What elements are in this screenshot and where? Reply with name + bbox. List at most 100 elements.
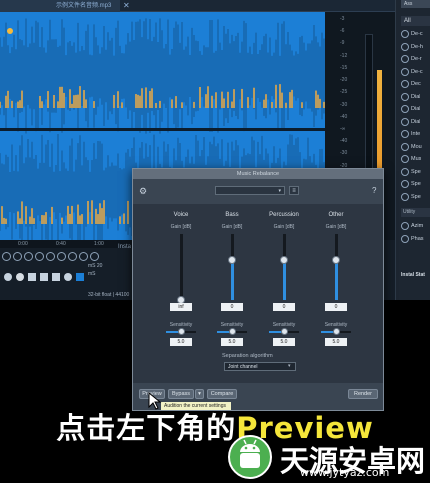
module-item[interactable]: Spe [401, 191, 430, 203]
module-icon [401, 30, 409, 38]
dialog-title[interactable]: Music Rebalance [133, 169, 383, 179]
module-icon [401, 117, 409, 126]
module-icon [401, 55, 409, 63]
assistant-button[interactable]: Ass [401, 0, 430, 8]
sensitivity-slider-knob[interactable] [333, 328, 340, 335]
stop-button[interactable] [28, 273, 36, 281]
zoom-fit-icon[interactable] [35, 251, 44, 261]
render-button[interactable]: Render [348, 389, 378, 399]
skip-forward-button[interactable] [52, 273, 60, 281]
column-name: Percussion [269, 212, 299, 218]
channel-divider [0, 128, 325, 131]
lasso-icon[interactable] [57, 251, 66, 261]
module-item[interactable]: Dial [401, 116, 430, 128]
sensitivity-value-field[interactable]: 5.0 [273, 338, 295, 346]
module-item[interactable]: Phas [401, 233, 430, 245]
ruler-label: -15 [340, 64, 348, 71]
gain-value-field[interactable]: inf [170, 303, 192, 311]
module-item[interactable]: Dial [401, 91, 430, 103]
module-item[interactable]: Spe [401, 178, 430, 190]
module-item[interactable]: Azim [401, 220, 430, 232]
record-button[interactable] [16, 273, 24, 281]
headphones-icon[interactable] [4, 273, 12, 281]
ruler-label: -30 [340, 101, 348, 108]
sensitivity-slider-knob[interactable] [229, 328, 236, 335]
gain-value-field[interactable]: 0 [221, 303, 243, 311]
module-label: Inte [411, 131, 421, 137]
gain-slider-fill [335, 260, 338, 300]
ruler-label: -12 [340, 52, 348, 59]
module-icon [401, 80, 409, 88]
gain-value-field[interactable]: 0 [273, 303, 295, 311]
module-item[interactable]: Spe [401, 166, 430, 178]
help-icon[interactable]: ? [372, 186, 380, 196]
chevron-down-icon: ▾ [288, 363, 291, 369]
sensitivity-slider-knob[interactable] [178, 328, 185, 335]
zoom-out-icon[interactable] [13, 251, 22, 261]
module-item[interactable]: Mou [401, 141, 430, 153]
sensitivity-value-field[interactable]: 5.0 [325, 338, 347, 346]
sensitivity-value-field[interactable]: 5.0 [221, 338, 243, 346]
bypass-button[interactable]: Bypass [168, 389, 194, 399]
module-filter-select[interactable]: All [401, 16, 430, 26]
module-item[interactable]: Dial [401, 103, 430, 115]
instant-states-label: Instal Stat [401, 272, 425, 278]
tool-bar [0, 250, 140, 262]
sensitivity-value-field[interactable]: 5.0 [170, 338, 192, 346]
preset-menu-icon[interactable]: ≡ [289, 186, 299, 195]
module-label: De-r [411, 56, 422, 62]
bypass-dropdown[interactable]: ▾ [195, 389, 204, 399]
module-label: Dial [411, 106, 421, 112]
module-item[interactable]: De-h [401, 41, 430, 53]
sensitivity-slider-knob[interactable] [281, 328, 288, 335]
separation-select[interactable]: Joint channel [224, 362, 296, 371]
zoom-selection-icon[interactable] [24, 251, 33, 261]
module-label: Dial [411, 118, 421, 125]
module-item[interactable]: Dec [401, 78, 430, 90]
preset-select[interactable]: ▾ [215, 186, 285, 195]
module-label: De-c [411, 68, 423, 75]
gain-label: Gain [dB] [221, 224, 243, 230]
gain-slider-track[interactable] [180, 234, 183, 300]
playhead-marker[interactable] [7, 28, 13, 34]
column-name: Other [328, 212, 344, 218]
hand-icon[interactable] [90, 251, 99, 261]
time-select-icon[interactable] [46, 251, 55, 261]
loop-button[interactable] [64, 273, 72, 281]
brush-icon[interactable] [68, 251, 77, 261]
tc-value: 20 [96, 263, 103, 269]
file-tab[interactable]: 示例文件名音频.mp3 [0, 0, 120, 12]
module-icon [401, 180, 409, 188]
module-item[interactable]: De-c [401, 28, 430, 40]
module-item[interactable]: De-c [401, 66, 430, 78]
module-category-select[interactable]: Utility [401, 208, 430, 217]
ruler-label: -30 [340, 150, 348, 157]
zoom-in-icon[interactable] [2, 251, 11, 261]
wand-icon[interactable] [79, 251, 88, 261]
module-icon [401, 130, 409, 138]
tc-label-2: mS [88, 271, 96, 277]
module-label: De-c [411, 31, 423, 37]
module-label: De-h [411, 43, 423, 50]
caption-text: 点击左下角的 [56, 411, 237, 445]
ruler-label: -9 [340, 40, 345, 47]
close-tab-icon[interactable]: ✕ [123, 1, 133, 11]
module-icon [401, 142, 409, 151]
gain-value-field[interactable]: 0 [325, 303, 347, 311]
gain-label: Gain [dB] [273, 224, 295, 230]
module-item[interactable]: De-r [401, 53, 430, 65]
module-icon [401, 167, 409, 176]
timeline-tick-label: 0:00 [18, 241, 28, 247]
module-label: Phas [411, 236, 424, 242]
follow-button[interactable] [76, 273, 84, 281]
instant-process-label[interactable]: Insta [118, 244, 131, 250]
module-icon [401, 92, 409, 101]
module-icon [401, 155, 409, 163]
module-item[interactable]: Mus [401, 153, 430, 165]
play-button[interactable] [40, 273, 48, 281]
module-label: Mus [411, 156, 422, 162]
compare-button[interactable]: Compare [207, 389, 237, 399]
ruler-label: -6 [340, 28, 345, 35]
ruler-label: -40 [340, 113, 348, 120]
module-item[interactable]: Inte [401, 128, 430, 140]
